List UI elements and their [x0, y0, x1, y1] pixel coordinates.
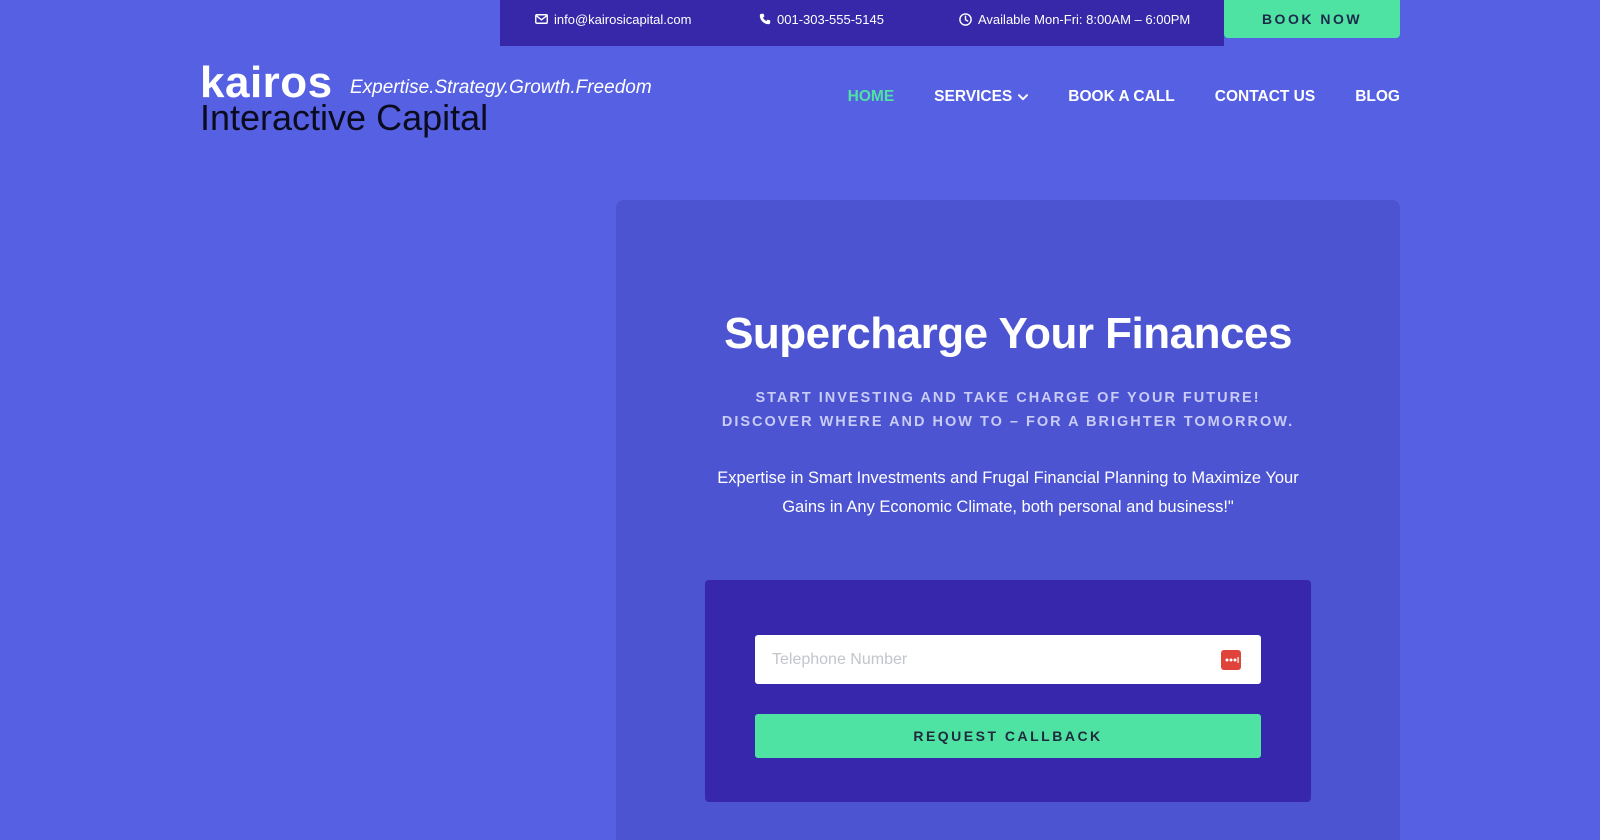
- topbar-hours-text: Available Mon-Fri: 8:00AM – 6:00PM: [978, 11, 1191, 27]
- nav-contact-us[interactable]: CONTACT US: [1215, 88, 1315, 106]
- logo-subtitle: Interactive Capital: [200, 97, 489, 138]
- hero-card: Supercharge Your Finances START INVESTIN…: [616, 200, 1400, 840]
- nav-blog-label: BLOG: [1355, 88, 1400, 105]
- hero-title: Supercharge Your Finances: [724, 309, 1292, 358]
- nav-book-a-call-label: BOOK A CALL: [1068, 88, 1175, 105]
- request-callback-button[interactable]: REQUEST CALLBACK: [755, 714, 1261, 758]
- topbar-hours: Available Mon-Fri: 8:00AM – 6:00PM: [959, 0, 1190, 38]
- topbar-phone[interactable]: 001-303-555-5145: [759, 0, 884, 38]
- clock-icon: [959, 12, 972, 26]
- envelope-icon: [535, 13, 548, 25]
- hero-description: Expertise in Smart Investments and Fruga…: [717, 469, 1299, 516]
- site-logo[interactable]: kairos Expertise.Strategy.Growth.Freedom…: [200, 58, 660, 142]
- nav-home[interactable]: HOME: [848, 88, 895, 106]
- book-now-button[interactable]: BOOK NOW: [1224, 0, 1400, 38]
- topbar-phone-text: 001-303-555-5145: [777, 11, 884, 27]
- nav-blog[interactable]: BLOG: [1355, 88, 1400, 106]
- topbar-email[interactable]: info@kairosicapital.com: [535, 0, 691, 38]
- callback-form: REQUEST CALLBACK: [705, 580, 1311, 802]
- page: info@kairosicapital.com 001-303-555-5145…: [0, 0, 1600, 840]
- chevron-down-icon: [1018, 88, 1029, 106]
- nav-home-label: HOME: [847, 88, 895, 105]
- nav-contact-us-label: CONTACT US: [1214, 88, 1316, 105]
- main-nav: HOME SERVICES BOOK A CALL CONTACT US BLO…: [848, 84, 1400, 110]
- hero-subtitle: START INVESTING AND TAKE CHARGE OF YOUR …: [721, 390, 1295, 430]
- telephone-field[interactable]: [755, 635, 1261, 684]
- topbar-email-text: info@kairosicapital.com: [554, 11, 692, 27]
- top-info-bar: info@kairosicapital.com 001-303-555-5145…: [500, 0, 1224, 46]
- telephone-input[interactable]: [755, 637, 1212, 682]
- phone-icon: [759, 13, 771, 25]
- nav-book-a-call[interactable]: BOOK A CALL: [1068, 88, 1174, 106]
- password-manager-icon[interactable]: [1221, 650, 1241, 670]
- nav-services-label: SERVICES: [934, 88, 1013, 105]
- nav-services[interactable]: SERVICES: [934, 88, 1029, 106]
